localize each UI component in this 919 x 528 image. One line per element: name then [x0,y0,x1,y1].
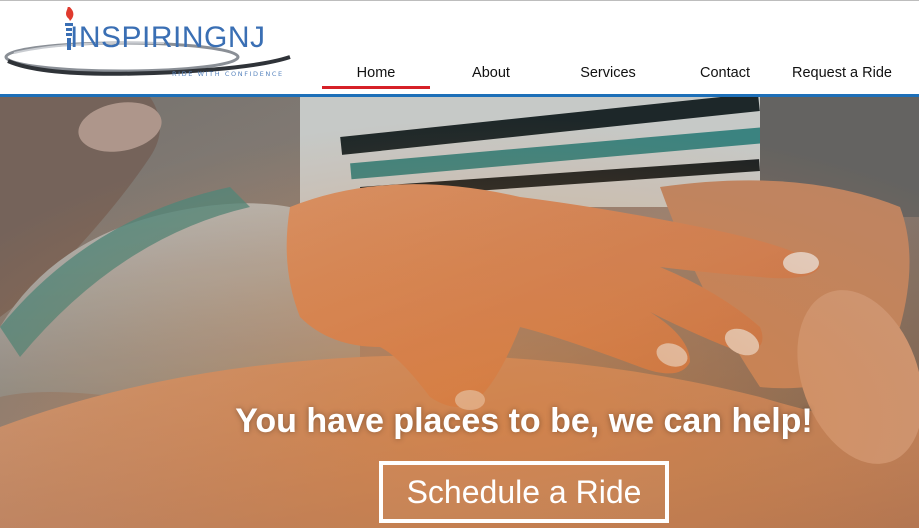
nav-about-link[interactable]: About [453,61,529,89]
schedule-ride-button[interactable]: Schedule a Ride [379,461,669,523]
nav-home-link[interactable]: Home [322,61,430,89]
logo-tagline: RIDE WITH CONFIDENCE [172,70,284,78]
hero-headline: You have places to be, we can help! [235,402,813,440]
nav-contact-link[interactable]: Contact [686,61,764,89]
logo-wordmark: INSPIRINGNJ [70,21,266,54]
hero-banner: You have places to be, we can help! Sche… [0,97,919,528]
main-nav: Home About Services Contact Request a Ri… [318,61,919,91]
site-logo[interactable]: INSPIRINGNJ RIDE WITH CONFIDENCE [4,7,304,91]
site-header: INSPIRINGNJ RIDE WITH CONFIDENCE Home Ab… [0,1,919,94]
nav-services-link[interactable]: Services [566,61,650,89]
nav-request-ride-link[interactable]: Request a Ride [786,61,898,89]
